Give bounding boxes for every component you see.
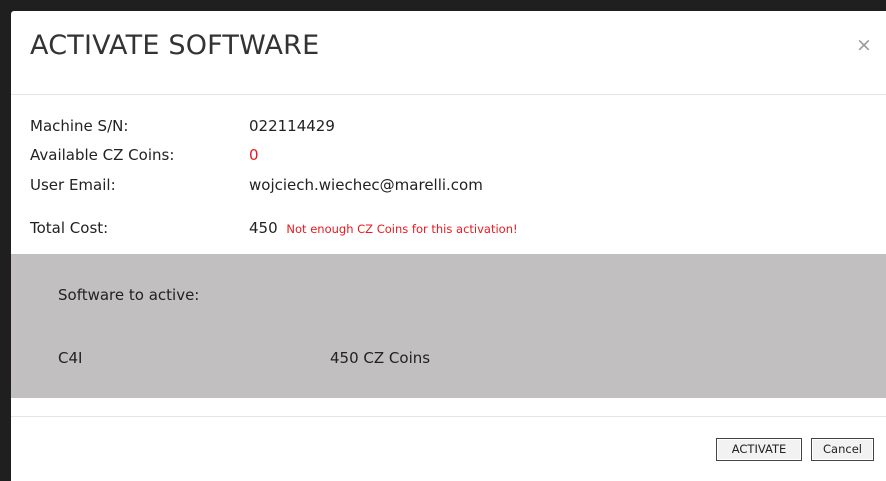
user-email-value: wojciech.wiechec@marelli.com — [249, 176, 483, 194]
software-panel: Software to active: C4I 450 CZ Coins — [11, 254, 886, 398]
total-cost-value-wrap: 450 Not enough CZ Coins for this activat… — [249, 217, 518, 240]
close-icon[interactable]: × — [856, 35, 872, 55]
software-item-name: C4I — [58, 349, 83, 367]
user-email-label: User Email: — [30, 176, 116, 194]
dialog-footer-divider — [11, 416, 886, 417]
machine-sn-label: Machine S/N: — [30, 117, 129, 135]
dialog-header: ACTIVATE SOFTWARE × — [11, 11, 886, 95]
available-coins-value: 0 — [249, 146, 259, 164]
activate-button[interactable]: ACTIVATE — [716, 438, 802, 461]
available-coins-label: Available CZ Coins: — [30, 146, 175, 164]
software-item-price: 450 CZ Coins — [330, 349, 431, 367]
insufficient-coins-warning: Not enough CZ Coins for this activation! — [286, 222, 518, 236]
machine-sn-value: 022114429 — [249, 117, 335, 135]
cancel-button[interactable]: Cancel — [811, 438, 874, 461]
dialog-title: ACTIVATE SOFTWARE — [30, 30, 320, 61]
total-cost-label: Total Cost: — [30, 219, 109, 237]
software-heading: Software to active: — [58, 286, 200, 304]
total-cost-value: 450 — [249, 219, 278, 237]
activate-software-dialog: ACTIVATE SOFTWARE × Machine S/N: 0221144… — [11, 11, 886, 481]
